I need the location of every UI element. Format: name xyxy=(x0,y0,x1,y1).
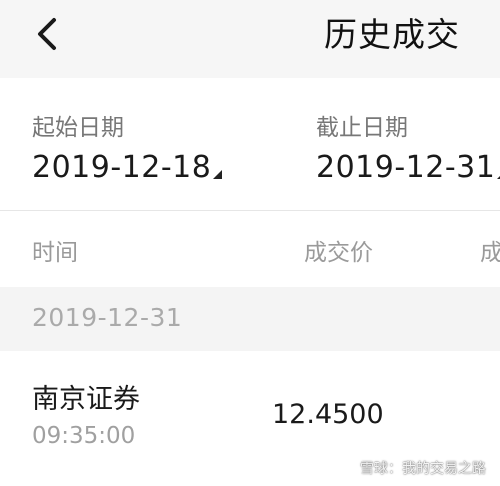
nav-bar: 历史成交 xyxy=(0,0,500,78)
end-date-value: 2019-12-31 xyxy=(316,150,496,185)
end-date-value-wrap[interactable]: 2019-12-31 xyxy=(316,150,500,185)
date-filter-panel: 起始日期 2019-12-18 截止日期 2019-12-31 xyxy=(0,78,500,211)
date-group-header: 2019-12-31 xyxy=(0,287,500,351)
trade-time: 09:35:00 xyxy=(32,423,136,449)
start-date-value: 2019-12-18 xyxy=(32,150,212,185)
trade-price: 12.4500 xyxy=(272,399,384,430)
column-header-time: 时间 xyxy=(32,240,78,266)
start-date-label: 起始日期 xyxy=(32,115,124,141)
end-date-label: 截止日期 xyxy=(316,115,408,141)
start-date-value-wrap[interactable]: 2019-12-18 xyxy=(32,150,223,185)
watermark: 雪球：我的交易之路 xyxy=(360,461,486,477)
page-title: 历史成交 xyxy=(324,15,460,54)
back-button[interactable] xyxy=(24,10,76,62)
column-header-partial: 成 xyxy=(480,240,500,266)
dropdown-corner-icon xyxy=(213,170,223,179)
stock-name: 南京证券 xyxy=(32,384,140,415)
column-header-row: 时间 成交价 成 xyxy=(0,211,500,287)
group-date: 2019-12-31 xyxy=(32,303,183,332)
chevron-left-icon xyxy=(38,18,56,50)
column-header-price: 成交价 xyxy=(304,240,373,266)
